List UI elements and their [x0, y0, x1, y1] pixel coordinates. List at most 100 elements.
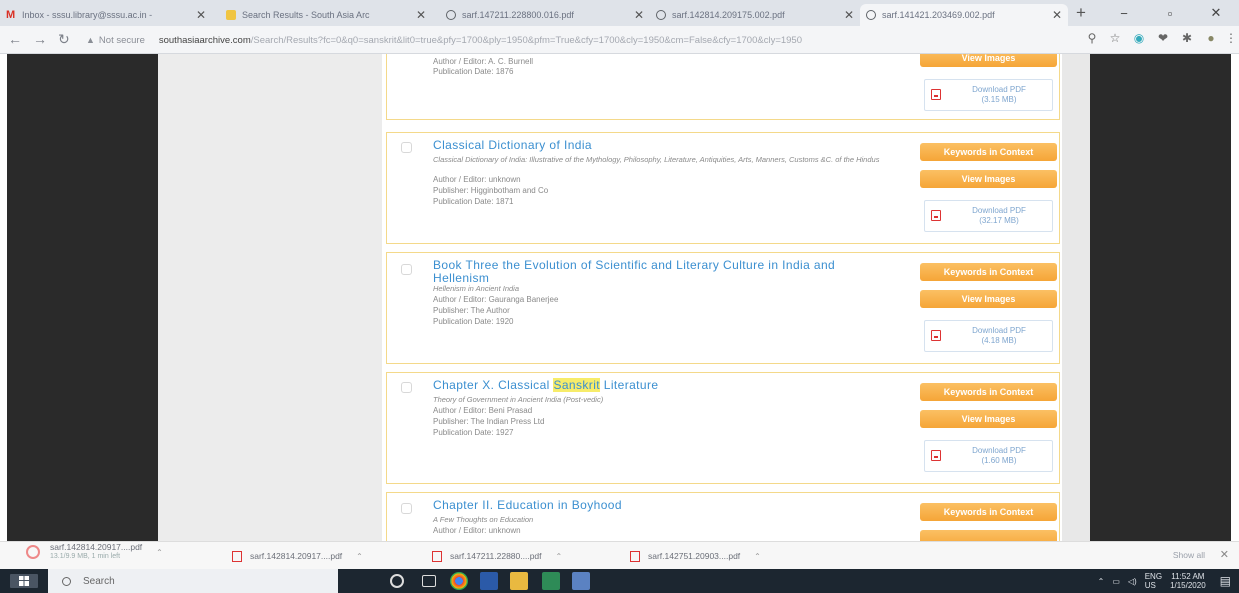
input-language[interactable]: ENG US — [1145, 572, 1162, 590]
download-item-in-progress[interactable]: sarf.142814.20917....pdf 13.1/9.9 MB, 1 … — [26, 542, 163, 560]
reload-icon[interactable]: ↻ — [58, 31, 70, 48]
chevron-up-icon[interactable]: ⌃ — [754, 552, 761, 561]
excel-icon[interactable] — [542, 572, 560, 590]
close-tab-icon[interactable]: ✕ — [634, 8, 644, 22]
title-text: Literature — [600, 378, 659, 392]
download-filename: sarf.142751.20903....pdf — [648, 551, 741, 561]
result-author: Author / Editor: A. C. Burnell — [433, 57, 534, 66]
close-tab-icon[interactable]: ✕ — [1052, 8, 1062, 22]
result-title-link[interactable]: Chapter X. Classical Sanskrit Literature — [433, 378, 893, 392]
keywords-in-context-button[interactable]: Keywords in Context — [920, 143, 1057, 161]
download-pdf-button[interactable]: Download PDF (1.60 MB) — [924, 440, 1053, 472]
download-item[interactable]: sarf.142751.20903....pdf ⌃ — [630, 548, 761, 564]
tab-pdf-1[interactable]: sarf.147211.228800.016.pdf ✕ — [440, 4, 650, 26]
download-status: 13.1/9.9 MB, 1 min left — [50, 553, 121, 560]
keywords-in-context-button[interactable]: Keywords in Context — [920, 263, 1057, 281]
download-size: (32.17 MB) — [979, 216, 1019, 225]
notification-center-icon[interactable]: ▤ — [1220, 574, 1231, 588]
result-checkbox[interactable] — [401, 382, 412, 393]
result-author: Author / Editor: Beni Prasad — [433, 406, 533, 415]
tab-title: Search Results - South Asia Arc — [242, 10, 370, 20]
keywords-in-context-button[interactable]: Keywords in Context — [920, 383, 1057, 401]
download-pdf-button[interactable]: Download PDF (4.18 MB) — [924, 320, 1053, 352]
extension-globe-icon[interactable]: ◉ — [1132, 31, 1146, 45]
chevron-up-icon[interactable]: ⌃ — [156, 548, 163, 557]
search-term-highlight: Sanskrit — [553, 378, 601, 392]
address-bar[interactable]: ▲ Not secure southasiaarchive.com /Searc… — [86, 30, 1064, 50]
result-date: Publication Date: 1920 — [433, 317, 514, 326]
download-size: (1.60 MB) — [981, 456, 1017, 465]
chevron-up-icon[interactable]: ⌃ — [356, 552, 363, 561]
close-tab-icon[interactable]: ✕ — [416, 8, 426, 22]
menu-kebab-icon[interactable]: ⋮ — [1224, 31, 1238, 45]
network-icon[interactable]: ▭ — [1112, 577, 1120, 586]
tab-pdf-2[interactable]: sarf.142814.209175.002.pdf ✕ — [650, 4, 860, 26]
download-item[interactable]: sarf.147211.22880....pdf ⌃ — [432, 548, 562, 564]
view-images-button[interactable]: View Images — [920, 410, 1057, 428]
browser-toolbar: ← → ↻ ▲ Not secure southasiaarchive.com … — [0, 26, 1239, 54]
clock-date: 1/15/2020 — [1170, 581, 1206, 590]
minimize-button[interactable]: − — [1101, 6, 1147, 21]
download-item[interactable]: sarf.142814.20917....pdf ⌃ — [232, 548, 363, 564]
tab-pdf-3[interactable]: sarf.141421.203469.002.pdf ✕ — [860, 4, 1068, 26]
result-checkbox[interactable] — [401, 142, 412, 153]
keywords-in-context-button[interactable]: Keywords in Context — [920, 503, 1057, 521]
download-pdf-button[interactable]: Download PDF (3.15 MB) — [924, 79, 1053, 111]
globe-icon — [866, 10, 876, 20]
forward-arrow-icon[interactable]: → — [33, 31, 47, 47]
result-publisher: Publisher: Higginbotham and Co — [433, 186, 549, 195]
title-text: Chapter X. Classical — [433, 378, 554, 392]
back-arrow-icon[interactable]: ← — [8, 31, 22, 47]
result-title-link[interactable]: Chapter II. Education in Boyhood — [433, 499, 893, 512]
task-view-icon[interactable] — [422, 575, 436, 587]
zoom-icon[interactable]: ⚲ — [1085, 31, 1099, 45]
taskbar-search-box[interactable]: Search — [48, 569, 338, 593]
volume-icon[interactable]: ◁) — [1128, 577, 1137, 586]
new-tab-button[interactable]: + — [1076, 3, 1086, 23]
close-window-button[interactable]: ✕ — [1193, 5, 1239, 21]
cortana-icon[interactable] — [390, 574, 404, 588]
download-progress-ring-icon — [26, 545, 40, 559]
result-checkbox[interactable] — [401, 264, 412, 275]
pdf-icon — [232, 550, 242, 562]
show-all-downloads-link[interactable]: Show all — [1173, 550, 1205, 560]
browser-tab-strip: M Inbox - sssu.library@sssu.ac.in - ✕ Se… — [0, 0, 1239, 26]
result-card: Author / Editor: A. C. Burnell Publicati… — [386, 54, 1060, 120]
search-placeholder: Search — [83, 575, 115, 587]
view-images-button[interactable]: View Images — [920, 170, 1057, 188]
bookmark-star-icon[interactable]: ☆ — [1108, 31, 1122, 45]
app-icon-picture[interactable] — [572, 572, 590, 590]
downloads-shelf: sarf.142814.20917....pdf 13.1/9.9 MB, 1 … — [0, 541, 1239, 569]
chrome-icon[interactable] — [450, 572, 468, 590]
tab-inbox[interactable]: M Inbox - sssu.library@sssu.ac.in - ✕ — [0, 4, 212, 26]
tab-search-results[interactable]: Search Results - South Asia Arc ✕ — [220, 4, 432, 26]
extensions-puzzle-icon[interactable]: ✱ — [1180, 31, 1194, 45]
result-title-link[interactable]: Book Three the Evolution of Scientific a… — [433, 259, 893, 285]
maximize-button[interactable]: ▫ — [1147, 6, 1193, 21]
clock[interactable]: 11:52 AM 1/15/2020 — [1170, 572, 1206, 590]
close-shelf-icon[interactable]: ✕ — [1220, 548, 1229, 561]
chevron-up-icon[interactable]: ⌃ — [556, 552, 563, 561]
gmail-icon: M — [6, 9, 16, 21]
pocket-icon[interactable]: ❤ — [1156, 31, 1170, 45]
view-images-button[interactable]: View Images — [920, 290, 1057, 308]
result-title-link[interactable]: Classical Dictionary of India — [433, 139, 893, 152]
close-tab-icon[interactable]: ✕ — [844, 8, 854, 22]
pdf-icon — [931, 330, 941, 341]
windows-taskbar: Search ⌃ ▭ ◁) ENG US 11:52 AM 1/15/2020 … — [0, 569, 1239, 593]
clock-time: 11:52 AM — [1171, 572, 1205, 581]
app-icon-blue[interactable] — [480, 572, 498, 590]
view-images-button[interactable]: View Images — [920, 54, 1057, 67]
close-tab-icon[interactable]: ✕ — [196, 8, 206, 22]
result-subtitle: Classical Dictionary of India: Illustrat… — [433, 155, 880, 164]
tray-chevron-icon[interactable]: ⌃ — [1098, 577, 1105, 586]
profile-avatar-icon[interactable]: ● — [1204, 31, 1218, 45]
download-label: Download PDF — [972, 206, 1026, 215]
globe-icon — [446, 10, 456, 20]
start-button[interactable] — [10, 574, 38, 588]
pdf-icon — [630, 550, 640, 562]
download-pdf-button[interactable]: Download PDF (32.17 MB) — [924, 200, 1053, 232]
file-explorer-icon[interactable] — [510, 572, 528, 590]
result-date: Publication Date: 1876 — [433, 67, 514, 76]
result-checkbox[interactable] — [401, 503, 412, 514]
